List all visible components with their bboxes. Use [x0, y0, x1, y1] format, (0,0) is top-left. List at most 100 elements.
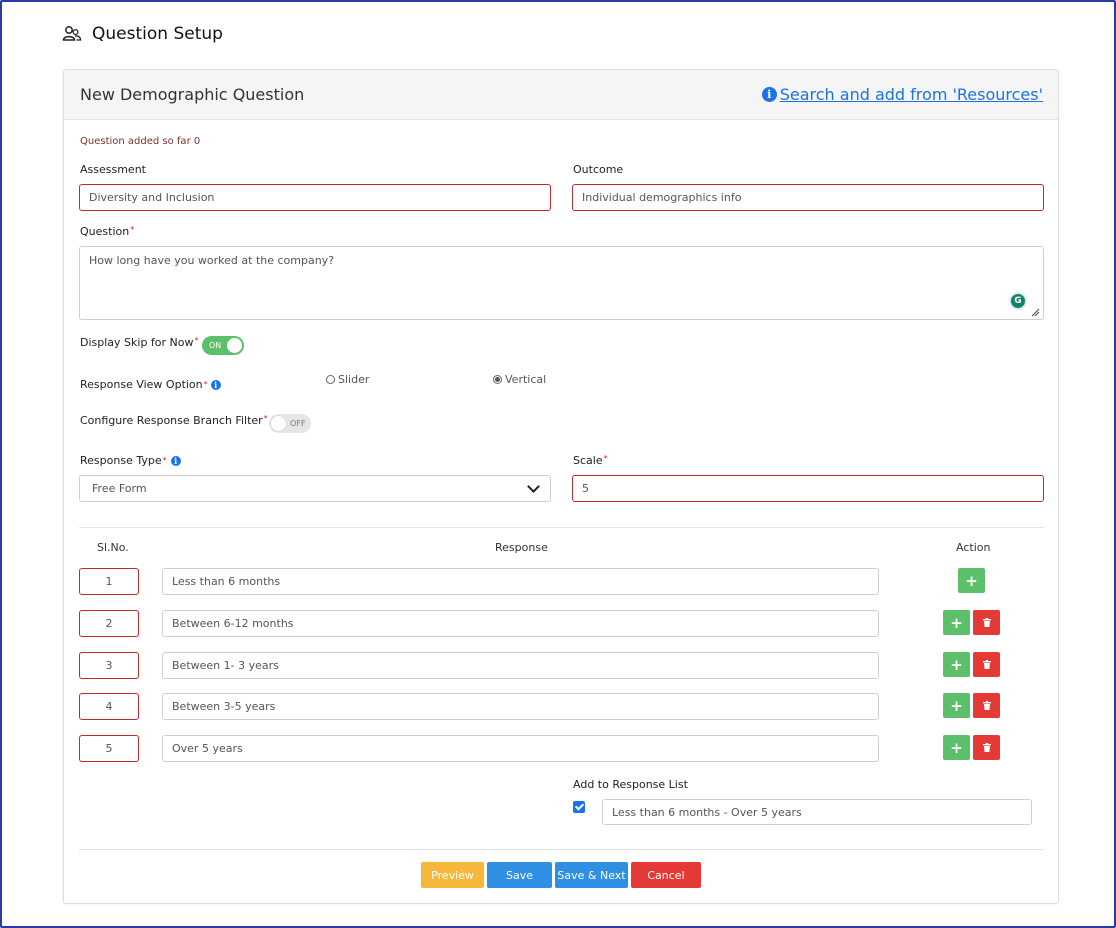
display-skip-toggle[interactable]: ON — [202, 336, 244, 355]
branch-filter-toggle[interactable]: OFF — [269, 414, 311, 433]
response-text: Between 1- 3 years — [172, 659, 279, 672]
delete-row-button[interactable] — [973, 610, 1000, 635]
radio-circle-selected — [493, 375, 502, 384]
col-header-slno: Sl.No. — [97, 541, 129, 554]
required-mark: * — [263, 414, 268, 423]
toggle-state-text: OFF — [290, 419, 306, 428]
response-list-checkbox[interactable] — [573, 801, 585, 813]
outcome-field[interactable]: Individual demographics info — [572, 184, 1044, 211]
delete-row-button[interactable] — [973, 652, 1000, 677]
preview-button[interactable]: Preview — [421, 862, 484, 888]
response-text: Over 5 years — [172, 742, 243, 755]
add-row-button[interactable]: + — [943, 610, 970, 635]
response-text: Between 6-12 months — [172, 617, 294, 630]
row-number-field[interactable]: 2 — [79, 610, 139, 637]
add-row-button[interactable]: + — [943, 693, 970, 718]
add-row-button[interactable]: + — [958, 568, 985, 593]
delete-row-button[interactable] — [973, 693, 1000, 718]
response-text: Less than 6 months — [172, 575, 281, 588]
response-type-label: Response Type * i — [80, 454, 181, 467]
info-icon[interactable]: i — [210, 379, 221, 390]
add-row-button[interactable]: + — [943, 735, 970, 760]
col-header-action: Action — [956, 541, 991, 554]
row-number-field[interactable]: 3 — [79, 652, 139, 679]
response-field[interactable]: Between 3-5 years — [162, 693, 879, 720]
add-row-button[interactable]: + — [943, 652, 970, 677]
scale-value: 5 — [582, 482, 589, 495]
page-title: Question Setup — [92, 24, 223, 44]
radio-vertical-label: Vertical — [505, 373, 547, 386]
row-number: 4 — [105, 700, 113, 713]
response-field[interactable]: Less than 6 months — [162, 568, 879, 595]
response-type-select[interactable]: Free Form — [79, 475, 551, 502]
radio-slider-label: Slider — [338, 373, 370, 386]
response-type-value: Free Form — [92, 482, 147, 495]
outcome-value: Individual demographics info — [582, 191, 742, 204]
response-text: Between 3-5 years — [172, 700, 276, 713]
row-number-field[interactable]: 4 — [79, 693, 139, 720]
trash-icon — [982, 660, 991, 669]
chevron-down-icon — [527, 479, 540, 493]
resize-handle-icon[interactable] — [1031, 308, 1040, 317]
trash-icon — [982, 701, 991, 710]
response-type-label-text: Response Type — [80, 454, 162, 467]
response-view-label-text: Response View Option — [80, 378, 203, 391]
branch-filter-label: Configure Response Branch Filter* — [80, 414, 268, 427]
display-skip-label: Display Skip for Now* — [80, 336, 199, 349]
search-resources-label: Search and add from 'Resources' — [779, 85, 1043, 104]
cancel-button[interactable]: Cancel — [631, 862, 701, 888]
response-field[interactable]: Between 6-12 months — [162, 610, 879, 637]
required-mark: * — [162, 456, 167, 465]
trash-icon — [982, 618, 991, 627]
question-textarea[interactable]: How long have you worked at the company? — [79, 246, 1044, 320]
card-title: New Demographic Question — [80, 85, 305, 104]
question-label-text: Question — [80, 225, 130, 238]
info-icon[interactable]: i — [170, 455, 181, 466]
assessment-value: Diversity and Inclusion — [89, 191, 215, 204]
assessment-label: Assessment — [80, 163, 146, 176]
row-number-field[interactable]: 5 — [79, 735, 139, 762]
question-count-note: Question added so far 0 — [80, 136, 201, 147]
row-number: 3 — [105, 659, 113, 672]
col-header-response: Response — [495, 541, 548, 554]
scale-label: Scale* — [573, 454, 608, 467]
search-resources-link[interactable]: i Search and add from 'Resources' — [761, 85, 1043, 104]
row-number: 1 — [105, 575, 113, 588]
row-number: 5 — [105, 742, 113, 755]
required-mark: * — [194, 336, 199, 345]
save-next-button[interactable]: Save & Next — [555, 862, 628, 888]
outcome-label: Outcome — [573, 163, 624, 176]
required-mark: * — [203, 380, 208, 389]
save-button[interactable]: Save — [487, 862, 552, 888]
info-icon: i — [761, 87, 777, 102]
divider — [79, 527, 1044, 528]
response-field[interactable]: Between 1- 3 years — [162, 652, 879, 679]
branch-filter-label-text: Configure Response Branch Filter — [80, 414, 263, 427]
radio-circle — [326, 375, 335, 384]
divider — [79, 849, 1044, 850]
required-mark: * — [130, 225, 135, 234]
users-icon — [62, 25, 82, 43]
toggle-state-text: ON — [209, 341, 222, 350]
scale-field[interactable]: 5 — [572, 475, 1044, 502]
response-field[interactable]: Over 5 years — [162, 735, 879, 762]
display-skip-label-text: Display Skip for Now — [80, 336, 194, 349]
radio-vertical[interactable]: Vertical — [493, 373, 546, 386]
row-number-field[interactable]: 1 — [79, 568, 139, 595]
row-number: 2 — [105, 617, 113, 630]
response-list-field[interactable]: Less than 6 months - Over 5 years — [602, 799, 1032, 825]
assessment-field[interactable]: Diversity and Inclusion — [79, 184, 551, 211]
trash-icon — [982, 743, 991, 752]
required-mark: * — [603, 454, 608, 463]
response-view-label: Response View Option * i — [80, 378, 221, 391]
grammarly-icon[interactable]: G — [1009, 292, 1027, 310]
toggle-knob — [227, 338, 242, 353]
question-card: New Demographic Question i Search and ad… — [63, 69, 1059, 904]
radio-slider[interactable]: Slider — [326, 373, 369, 386]
delete-row-button[interactable] — [973, 735, 1000, 760]
toggle-knob — [271, 416, 286, 431]
card-header: New Demographic Question i Search and ad… — [64, 70, 1058, 120]
question-text: How long have you worked at the company? — [89, 254, 335, 267]
question-label: Question* — [80, 225, 134, 238]
response-list-value: Less than 6 months - Over 5 years — [612, 805, 802, 819]
